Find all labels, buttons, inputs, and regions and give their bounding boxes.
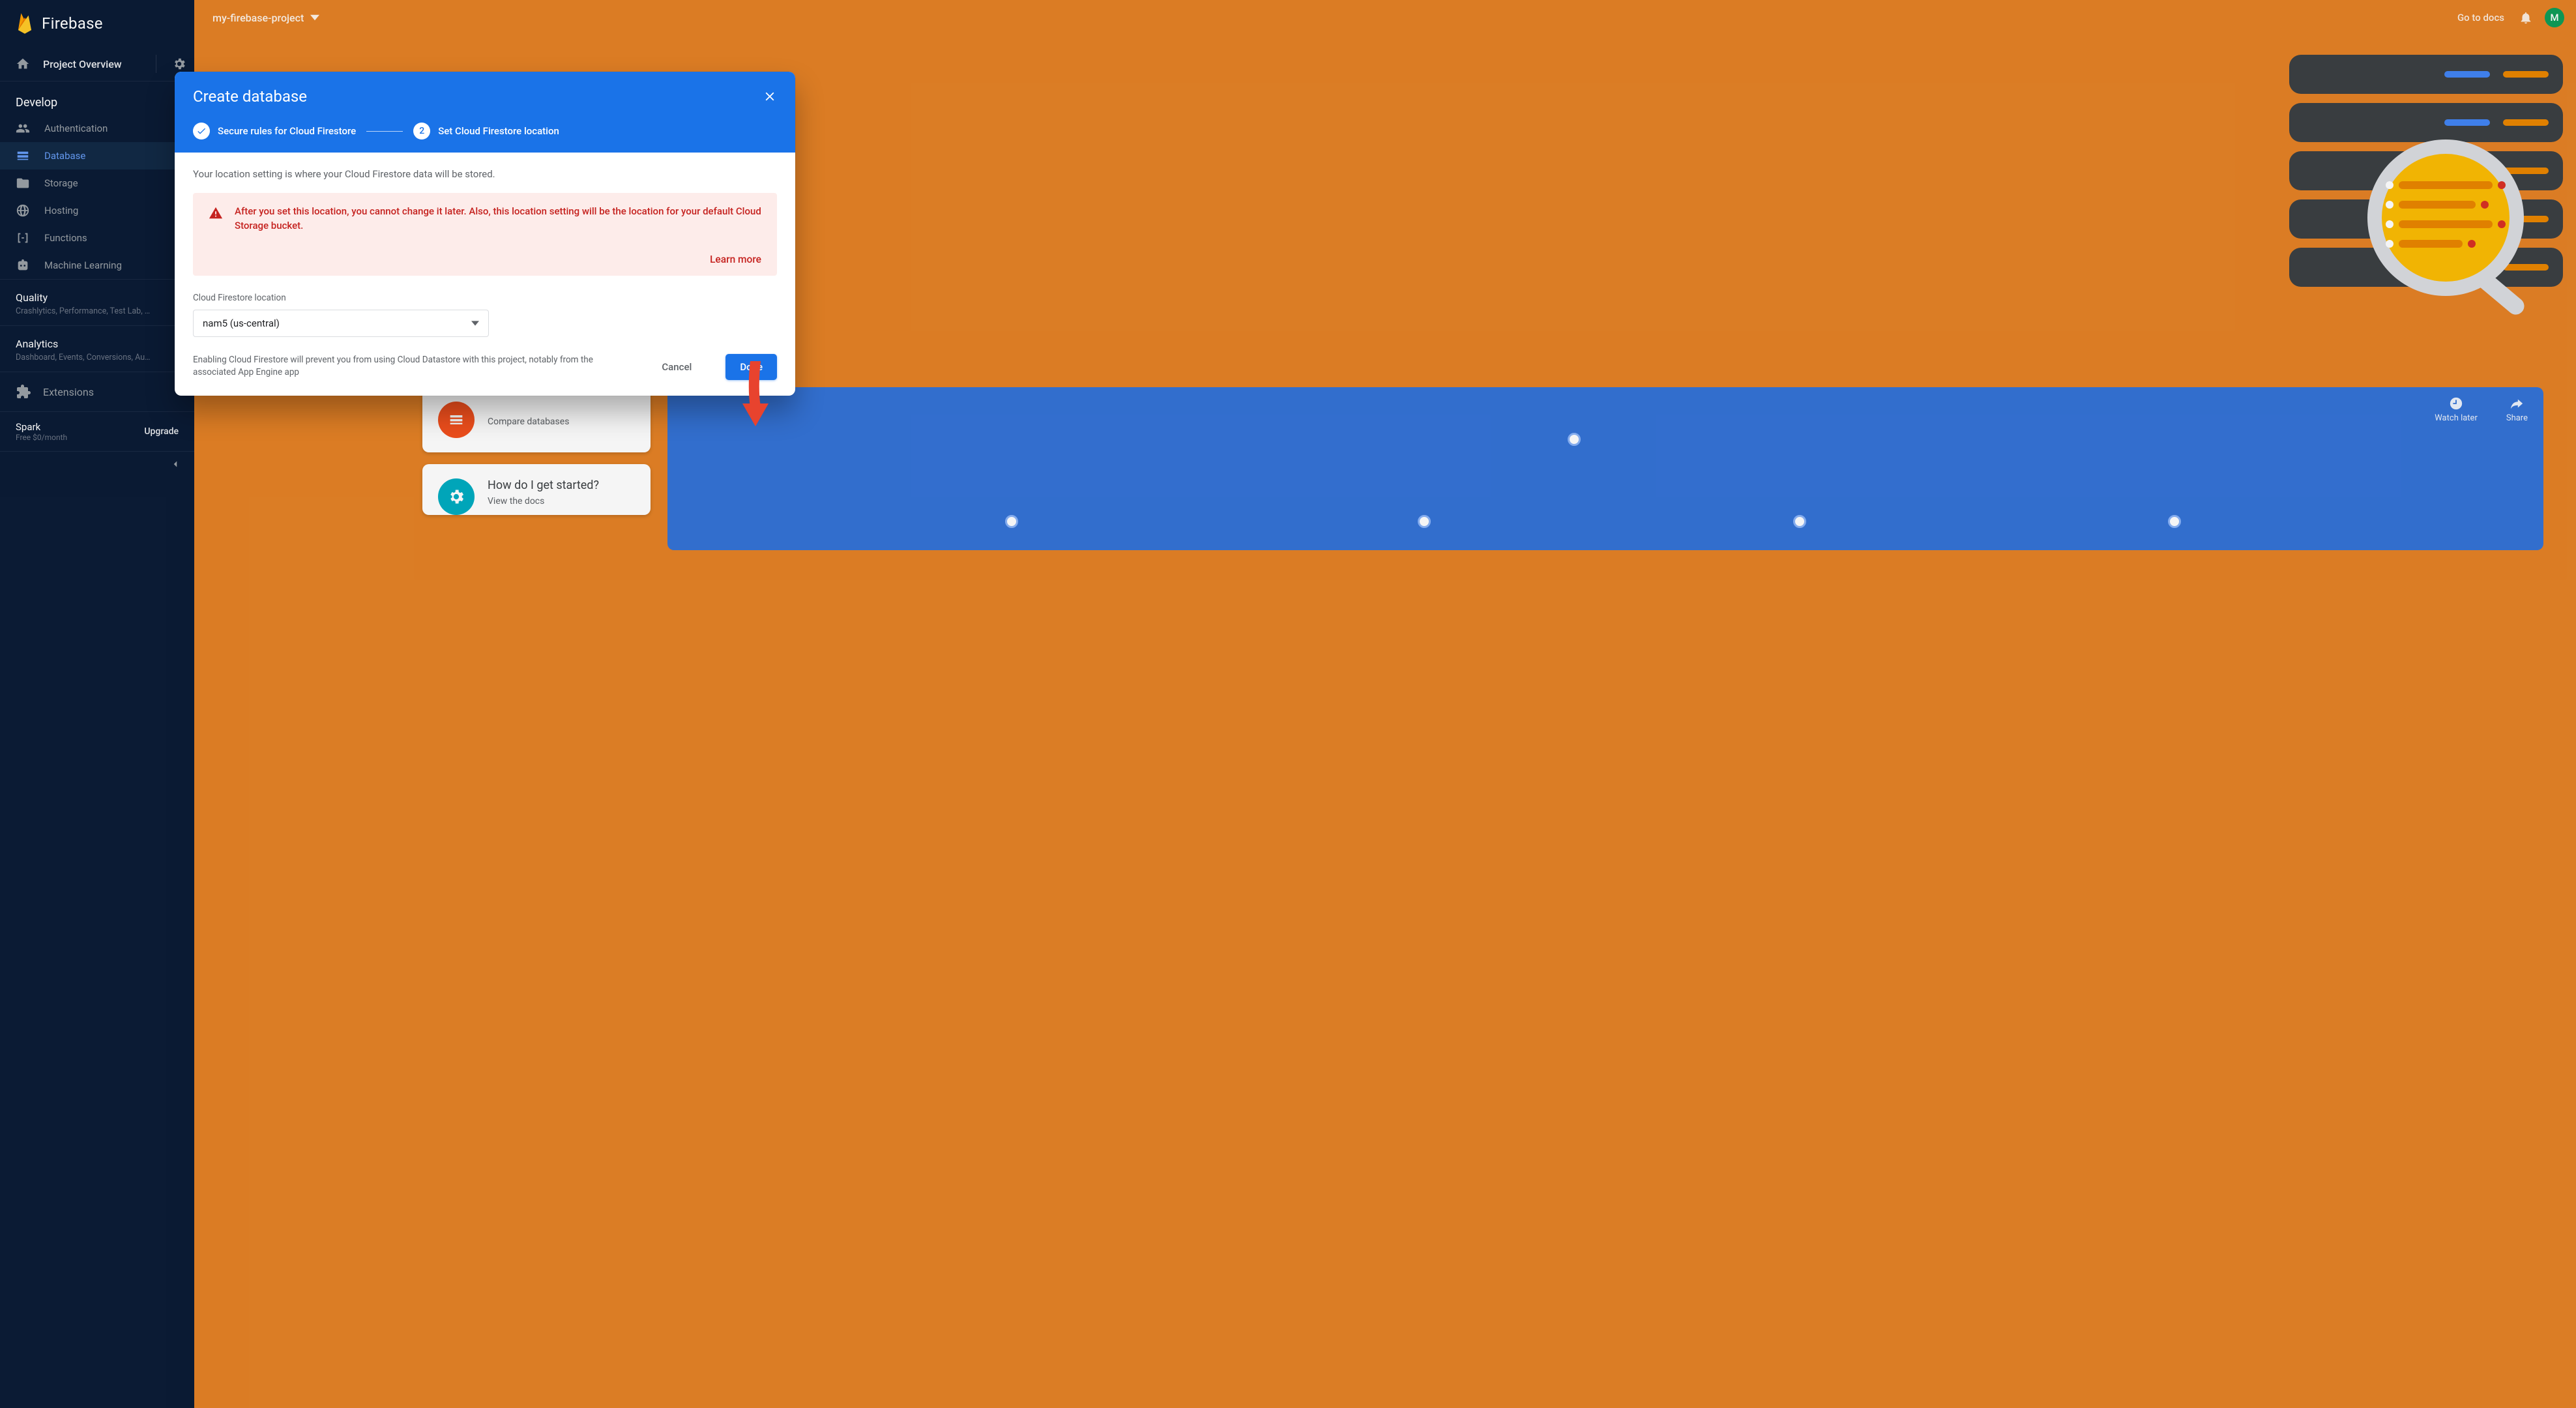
- step-label: Set Cloud Firestore location: [438, 125, 559, 137]
- step-label: Secure rules for Cloud Firestore: [218, 125, 356, 137]
- caret-down-icon: [471, 319, 479, 327]
- stepper: Secure rules for Cloud Firestore 2 Set C…: [193, 123, 777, 139]
- location-field-label: Cloud Firestore location: [193, 293, 777, 303]
- dialog-body: Your location setting is where your Clou…: [175, 153, 795, 342]
- warning-text: After you set this location, you cannot …: [235, 205, 761, 233]
- create-database-dialog: Create database Secure rules for Cloud F…: [175, 72, 795, 396]
- done-button[interactable]: Done: [725, 354, 777, 380]
- step-2[interactable]: 2 Set Cloud Firestore location: [413, 123, 559, 139]
- close-icon[interactable]: [763, 89, 777, 104]
- dialog-header: Create database Secure rules for Cloud F…: [175, 72, 795, 153]
- step-number: 2: [413, 123, 430, 139]
- warning-icon: [209, 206, 223, 220]
- step-1[interactable]: Secure rules for Cloud Firestore: [193, 123, 356, 139]
- dialog-title: Create database: [193, 87, 763, 106]
- warning-box: After you set this location, you cannot …: [193, 193, 777, 276]
- location-select[interactable]: nam5 (us-central): [193, 310, 489, 337]
- check-icon: [193, 123, 210, 139]
- cancel-button[interactable]: Cancel: [647, 354, 706, 380]
- footer-note: Enabling Cloud Firestore will prevent yo…: [193, 354, 628, 379]
- dialog-footer: Enabling Cloud Firestore will prevent yo…: [175, 342, 795, 396]
- learn-more-link[interactable]: Learn more: [710, 254, 761, 265]
- intro-text: Your location setting is where your Clou…: [193, 168, 777, 180]
- selected-value: nam5 (us-central): [203, 317, 280, 329]
